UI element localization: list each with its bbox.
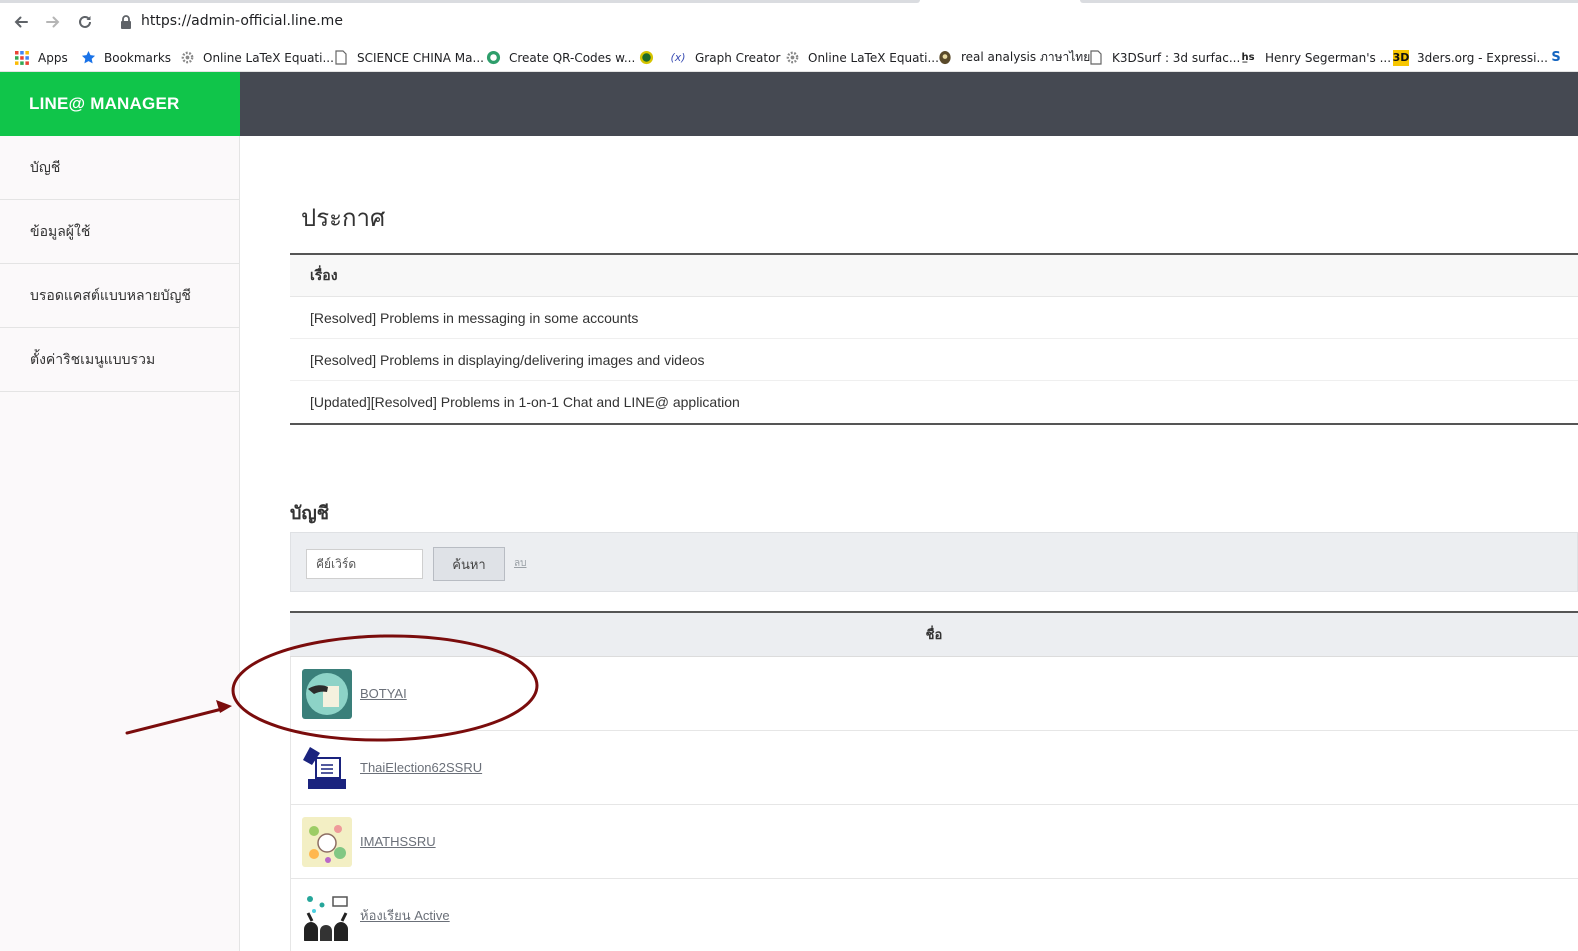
s-favicon-icon: S — [1551, 50, 1561, 65]
sidebar: บัญชี ข้อมูลผู้ใช้ บรอดแคสต์แบบหลายบัญชี… — [0, 136, 240, 951]
announcement-row[interactable]: [Updated][Resolved] Problems in 1-on-1 C… — [290, 381, 1578, 423]
hand-card-avatar[interactable] — [302, 668, 352, 719]
bookmark-label: Graph Creator — [695, 50, 781, 65]
announcement-row[interactable]: [Resolved] Problems in messaging in some… — [290, 297, 1578, 339]
tab-strip — [0, 0, 1578, 4]
bookmark-latex-2[interactable]: Online LaTeX Equati... — [784, 47, 939, 68]
bookmark-label: K3DSurf : 3d surfac... — [1112, 50, 1241, 65]
bookmark-green-circle[interactable] — [638, 47, 662, 68]
account-name-link[interactable]: BOTYAI — [360, 686, 407, 701]
account-row: ห้องเรียน Active — [290, 879, 1578, 951]
gear-favicon-icon — [179, 50, 195, 66]
accounts-column-header: ชื่อ — [290, 613, 1578, 657]
bookmark-label: Henry Segerman's ... — [1265, 50, 1392, 65]
bookmark-label: Apps — [38, 50, 68, 65]
bookmark-henry-segerman[interactable]: h̲s Henry Segerman's ... — [1239, 47, 1391, 68]
page-icon — [1088, 50, 1104, 66]
browser-toolbar: https://admin-official.line.me — [0, 0, 1578, 43]
bookmark-label: Create QR-Codes w... — [509, 50, 636, 65]
bookmark-latex-1[interactable]: Online LaTeX Equati... — [179, 47, 334, 68]
announcements-title: ประกาศ — [301, 204, 386, 232]
url-text: https://admin-official.line.me — [141, 13, 343, 29]
keyword-input[interactable] — [306, 549, 423, 579]
account-row: BOTYAI — [290, 657, 1578, 731]
bookmark-label: 3ders.org - Expressi... — [1417, 50, 1548, 65]
bookmark-label: real analysis ภาษาไทย — [961, 50, 1091, 64]
fx-favicon-icon: (x) — [670, 51, 686, 64]
sidebar-item-rich-menu[interactable]: ตั้งค่าริชเมนูแบบรวม — [0, 328, 239, 392]
bookmark-real-analysis[interactable]: real analysis ภาษาไทย — [937, 47, 1090, 68]
main-content: ประกาศ เรื่อง [Resolved] Problems in mes… — [241, 136, 1578, 951]
apps-grid-icon — [14, 50, 30, 66]
3d-favicon-icon: 3D — [1392, 49, 1410, 66]
bookmark-label: Online LaTeX Equati... — [203, 50, 334, 65]
account-name-link[interactable]: IMATHSSRU — [360, 834, 436, 849]
bookmark-graph-creator[interactable]: (x) Graph Creator — [669, 47, 780, 68]
clear-link[interactable]: ลบ — [514, 556, 526, 571]
bookmark-s[interactable]: S — [1548, 47, 1572, 68]
accounts-title: บัญชี — [290, 503, 329, 523]
search-button[interactable]: ค้นหา — [433, 547, 505, 581]
forward-arrow-icon[interactable] — [42, 11, 64, 33]
announcements-table: เรื่อง [Resolved] Problems in messaging … — [290, 253, 1578, 425]
lock-icon — [120, 15, 132, 29]
page-icon — [333, 50, 349, 66]
dark-favicon-icon — [937, 50, 953, 66]
classroom-avatar[interactable] — [302, 890, 352, 941]
bookmark-3ders[interactable]: 3D 3ders.org - Expressi... — [1393, 47, 1548, 68]
announcements-column-header: เรื่อง — [290, 255, 1578, 297]
app-header: LINE@ MANAGER — [0, 72, 1578, 136]
bookmark-qr-codes[interactable]: Create QR-Codes w... — [485, 47, 635, 68]
bookmark-science-china[interactable]: SCIENCE CHINA Ma... — [333, 47, 484, 68]
bookmarks-bar: Apps Bookmarks Online LaTeX Equati... SC… — [0, 43, 1578, 72]
bookmark-label: Online LaTeX Equati... — [808, 50, 939, 65]
accounts-table: ชื่อ BOTYAI ThaiElection62SSRU IMATHSSRU… — [290, 611, 1578, 951]
sidebar-item-accounts[interactable]: บัญชี — [0, 136, 239, 200]
ballot-box-avatar[interactable] — [302, 742, 352, 793]
bookmark-k3dsurf[interactable]: K3DSurf : 3d surfac... — [1088, 47, 1240, 68]
bookmark-label: SCIENCE CHINA Ma... — [357, 50, 484, 65]
sidebar-item-multi-broadcast[interactable]: บรอดแคสต์แบบหลายบัญชี — [0, 264, 239, 328]
account-name-link[interactable]: ห้องเรียน Active — [360, 905, 450, 926]
qr-favicon-icon — [485, 50, 501, 66]
bookmark-bookmarks[interactable]: Bookmarks — [80, 47, 171, 68]
hs-favicon-icon: h̲s — [1241, 52, 1255, 63]
bookmark-apps[interactable]: Apps — [14, 47, 68, 68]
account-row: IMATHSSRU — [290, 805, 1578, 879]
account-name-link[interactable]: ThaiElection62SSRU — [360, 760, 482, 775]
announcement-row[interactable]: [Resolved] Problems in displaying/delive… — [290, 339, 1578, 381]
back-arrow-icon[interactable] — [10, 11, 32, 33]
collage-avatar[interactable] — [302, 816, 352, 867]
reload-icon[interactable] — [74, 11, 96, 33]
gear-favicon-icon — [784, 50, 800, 66]
account-row: ThaiElection62SSRU — [290, 731, 1578, 805]
green-circle-favicon-icon — [638, 50, 654, 66]
star-icon — [80, 50, 96, 66]
bookmark-label: Bookmarks — [104, 50, 172, 65]
account-search-bar: ค้นหา ลบ — [290, 532, 1578, 592]
brand-logo[interactable]: LINE@ MANAGER — [0, 72, 240, 136]
address-bar[interactable]: https://admin-official.line.me — [108, 9, 1578, 35]
sidebar-item-user-info[interactable]: ข้อมูลผู้ใช้ — [0, 200, 239, 264]
